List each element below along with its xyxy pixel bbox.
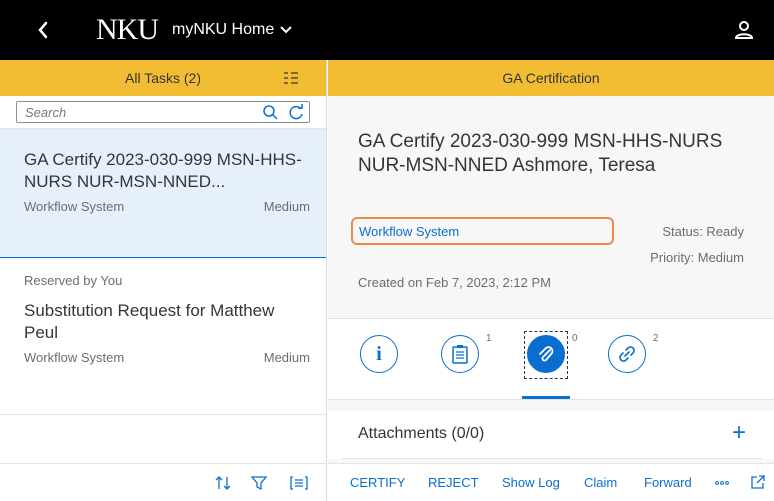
more-icon[interactable] <box>714 474 730 495</box>
task-source: Workflow System <box>24 350 125 365</box>
reserved-label: Reserved by You <box>24 273 123 288</box>
search-icon[interactable] <box>261 103 279 121</box>
attachments-count: 0 <box>572 333 578 344</box>
tab-info[interactable]: i <box>360 335 398 373</box>
logo-text: NKU <box>96 13 159 46</box>
chevron-down-icon <box>280 26 292 34</box>
task-title: GA Certify 2023-030-999 MSN-HHS-NURS NUR… <box>24 150 302 191</box>
workflow-system-link[interactable]: Workflow System <box>351 217 614 245</box>
search-input[interactable]: Search <box>16 101 310 123</box>
sort-list-icon[interactable] <box>282 69 300 87</box>
user-icon[interactable] <box>732 18 756 42</box>
workflow-link-text: Workflow System <box>359 223 460 239</box>
filter-icon[interactable] <box>250 474 268 492</box>
detail-tabs: i 1 0 2 <box>328 318 774 400</box>
task-detail-title: GA Certify 2023-030-999 MSN-HHS-NURS NUR… <box>358 131 723 176</box>
task-meta: Workflow System Medium <box>24 199 310 214</box>
show-log-button[interactable]: Show Log <box>502 475 560 490</box>
task-item-selected[interactable]: GA Certify 2023-030-999 MSN-HHS-NURS NUR… <box>0 128 326 258</box>
app-title-menu[interactable]: myNKU Home <box>172 18 292 42</box>
share-icon[interactable] <box>750 474 766 495</box>
priority-text: Priority: Medium <box>650 250 744 265</box>
certify-button[interactable]: CERTIFY <box>350 475 405 490</box>
shell-bar: NKU myNKU Home <box>0 0 774 60</box>
task-detail-pane: GA Certification GA Certify 2023-030-999… <box>328 60 774 501</box>
forward-button[interactable]: Forward <box>644 475 692 490</box>
task-list-title: All Tasks (2) <box>125 70 201 86</box>
attachments-section: Attachments (0/0) + <box>328 411 774 459</box>
task-priority: Medium <box>263 199 310 214</box>
claim-button[interactable]: Claim <box>584 475 617 490</box>
divider <box>342 458 762 459</box>
back-icon[interactable] <box>36 18 56 42</box>
link-icon <box>619 346 635 362</box>
detail-header: GA Certification <box>328 60 774 96</box>
task-list-pane: All Tasks (2) Search GA Certify 2023-030… <box>0 60 327 501</box>
nku-logo[interactable]: NKU <box>96 10 159 50</box>
task-priority: Medium <box>263 350 310 365</box>
info-icon: i <box>376 342 382 365</box>
links-count: 2 <box>653 333 659 344</box>
task-source: Workflow System <box>24 199 125 214</box>
tab-links[interactable] <box>608 335 646 373</box>
created-date: Created on Feb 7, 2023, 2:12 PM <box>358 275 551 290</box>
refresh-icon[interactable] <box>287 103 305 121</box>
notes-count: 1 <box>486 333 492 344</box>
task-list-header: All Tasks (2) <box>0 60 326 96</box>
action-footer: CERTIFY REJECT Show Log Claim Forward <box>328 463 774 501</box>
tab-notes[interactable] <box>441 335 479 373</box>
tab-attachments[interactable] <box>527 335 565 373</box>
task-title: Substitution Request for Matthew Peul <box>24 301 275 342</box>
attachments-title: Attachments (0/0) <box>358 425 485 442</box>
notes-icon <box>452 345 468 364</box>
status-text: Status: Ready <box>662 224 744 239</box>
task-item[interactable]: Reserved by You Substitution Request for… <box>0 259 326 415</box>
add-attachment-button[interactable]: + <box>732 419 746 447</box>
paperclip-icon <box>539 346 554 362</box>
group-icon[interactable] <box>290 474 308 492</box>
task-list-footer <box>0 463 326 501</box>
task-meta: Workflow System Medium <box>24 350 310 365</box>
app-title: myNKU Home <box>172 21 275 38</box>
detail-header-title: GA Certification <box>502 70 600 86</box>
sort-icon[interactable] <box>214 474 232 492</box>
search-placeholder: Search <box>25 104 67 120</box>
active-tab-indicator <box>522 396 570 399</box>
search-row: Search <box>0 96 326 126</box>
reject-button[interactable]: REJECT <box>428 475 479 490</box>
